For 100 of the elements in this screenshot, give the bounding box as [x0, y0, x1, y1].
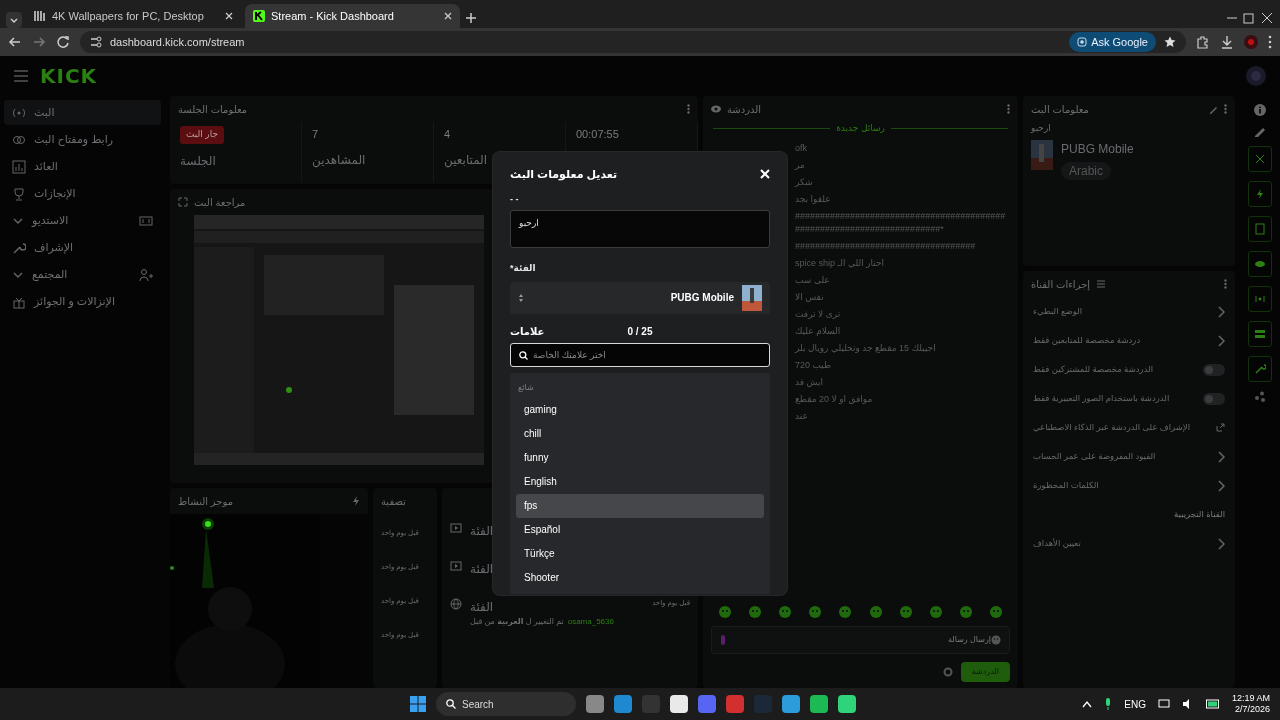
sidebar-item[interactable]: رابط ومفتاح البث [4, 127, 161, 152]
close-icon[interactable] [225, 12, 233, 20]
settings-icon[interactable] [942, 666, 953, 677]
menu-icon[interactable] [14, 70, 28, 82]
pencil-icon[interactable] [1254, 125, 1266, 137]
chat-message: عند [795, 409, 809, 423]
action-item[interactable]: الكلمات المحظورة [1023, 471, 1235, 500]
chat-input[interactable]: إرسال رسالة [711, 625, 1010, 654]
clock[interactable]: 12:19 AM 2/7/2026 [1231, 693, 1270, 715]
emote-icon[interactable] [929, 605, 942, 618]
expand-icon[interactable] [178, 197, 188, 207]
toggle-switch[interactable] [1203, 392, 1225, 405]
chat-message: ofk [795, 141, 808, 155]
category-select[interactable]: PUBG Mobile [510, 281, 770, 314]
close-icon[interactable] [444, 12, 452, 20]
pencil-icon[interactable] [1209, 104, 1218, 114]
app-icon[interactable] [782, 695, 800, 713]
toggle-switch[interactable] [1203, 363, 1225, 376]
search-icon [446, 699, 456, 709]
more-icon[interactable] [1007, 104, 1010, 114]
app-icon[interactable] [614, 695, 632, 713]
sidebar-item[interactable]: الإنجازات [4, 181, 161, 206]
action-item[interactable]: الوضع البطيء [1023, 297, 1235, 326]
username-link[interactable]: osama_5636 [567, 616, 614, 628]
more-icon[interactable] [687, 104, 690, 114]
tag-option[interactable]: Türkçe [516, 541, 764, 566]
emote-icon[interactable] [899, 605, 912, 618]
action-item[interactable]: الإشراف على الدردشة عبر الذكاء الاصطناعي [1023, 413, 1235, 442]
action-item[interactable]: القيود المفروضة على عمر الحساب [1023, 442, 1235, 471]
chevron-right-icon [1217, 305, 1225, 318]
chevron-up-icon[interactable] [1082, 700, 1093, 708]
more-icon[interactable] [1224, 279, 1227, 289]
close-button[interactable] [760, 169, 770, 180]
puzzle-icon[interactable] [1196, 35, 1210, 49]
sidebar-item[interactable]: العائد [4, 154, 161, 179]
tag-option[interactable]: chill [516, 421, 764, 446]
event-title: الفئة [470, 561, 494, 578]
app-icon[interactable] [586, 695, 604, 713]
sidebar-item[interactable]: المجتمع [4, 262, 161, 287]
avatar-icon[interactable] [1244, 35, 1258, 49]
chat-message: #######################################################################* [795, 209, 1007, 236]
tag-option[interactable]: gaming [516, 397, 764, 422]
emote-icon[interactable] [959, 605, 972, 618]
app-icon[interactable] [670, 695, 688, 713]
emote-icon[interactable] [749, 605, 762, 618]
browser-tab[interactable]: 4K Wallpapers for PC, Desktop [26, 4, 241, 28]
tag-option[interactable]: Español [516, 517, 764, 542]
network-icon[interactable] [1157, 698, 1170, 710]
field-label: - - [510, 192, 520, 206]
start-icon[interactable] [410, 696, 426, 712]
reload-icon[interactable] [56, 35, 70, 49]
tag-option[interactable]: fps [516, 493, 764, 518]
more-icon[interactable] [1268, 35, 1272, 49]
tag-search-field[interactable]: اختر علامتك الخاصة [510, 342, 770, 367]
tag-option[interactable]: Shooter [516, 565, 764, 590]
battery-icon[interactable] [1205, 699, 1220, 709]
sidebar-item[interactable]: الإنزالات و الجوائز [4, 289, 161, 314]
app-icon[interactable] [726, 695, 744, 713]
emote-icon[interactable] [869, 605, 882, 618]
back-icon[interactable] [8, 35, 22, 49]
sidebar-item[interactable]: الاستديو [4, 208, 161, 233]
more-icon[interactable] [1224, 104, 1227, 114]
sidebar-item[interactable]: الإشراف [4, 235, 161, 260]
document-icon[interactable] [1254, 223, 1266, 235]
mic-icon[interactable] [1104, 698, 1113, 710]
emote-icon[interactable] [839, 605, 852, 618]
chat-icon[interactable] [1254, 258, 1266, 270]
title-field[interactable]: ارحبو [510, 210, 770, 248]
emote-icon[interactable] [809, 605, 822, 618]
emote-icon[interactable] [990, 605, 1002, 618]
action-item[interactable]: تعيين الأهداف [1023, 529, 1235, 558]
panel-title: إجراءات القناة [1031, 277, 1091, 292]
stat-value: 7 [312, 127, 319, 142]
emote-icon[interactable] [779, 605, 792, 618]
chat-message: ايش قد [795, 375, 824, 389]
action-item[interactable]: دردشة مخصصة للمتابعين فقط [1023, 326, 1235, 355]
app-icon[interactable] [810, 695, 828, 713]
download-icon[interactable] [1220, 35, 1234, 49]
browser-tab[interactable]: Stream - Kick Dashboard [245, 4, 460, 28]
sidebar-item[interactable]: البث [4, 100, 161, 125]
broadcast-icon[interactable] [1254, 293, 1266, 305]
star-icon[interactable] [1164, 36, 1176, 48]
info-icon[interactable] [1254, 104, 1266, 116]
address-bar[interactable]: dashboard.kick.com/stream Ask Google [80, 31, 1186, 53]
taskbar-search[interactable]: Search [436, 692, 576, 716]
dots-icon[interactable] [1254, 391, 1266, 403]
bolt-icon[interactable] [1254, 188, 1266, 200]
forward-icon[interactable] [32, 35, 46, 49]
emote-icon[interactable] [719, 605, 731, 618]
ask-button[interactable]: Ask Google [1069, 31, 1156, 53]
app-icon[interactable] [698, 695, 716, 713]
app-icon[interactable] [838, 695, 856, 713]
tag-option[interactable]: English [516, 469, 764, 494]
close-box-icon[interactable] [1254, 153, 1266, 165]
smiley-icon[interactable] [991, 634, 1001, 645]
tag-option[interactable]: funny [516, 445, 764, 470]
chat-message: علقوا بجد [795, 192, 832, 206]
language-indicator[interactable]: ENG [1124, 696, 1146, 712]
tab-list-icon[interactable] [6, 12, 22, 28]
layers-icon[interactable] [1254, 328, 1266, 340]
